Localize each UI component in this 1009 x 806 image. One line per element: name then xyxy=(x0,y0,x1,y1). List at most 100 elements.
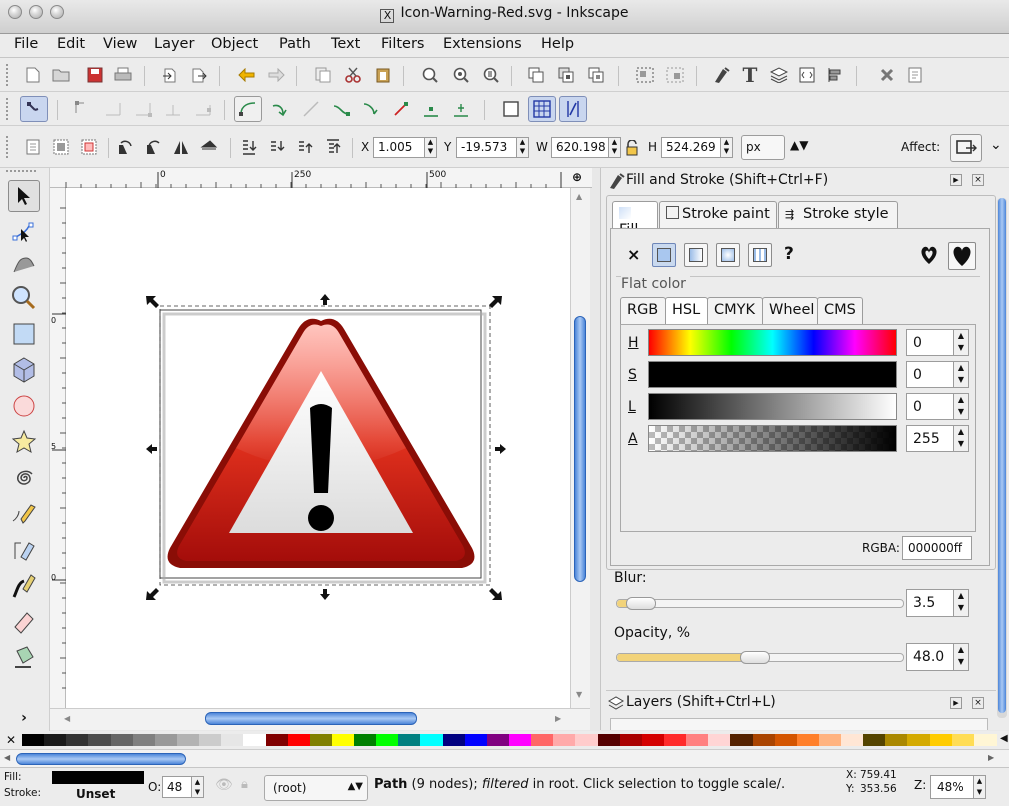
snap-toggle-icon[interactable] xyxy=(20,96,48,122)
layers-iconify-icon[interactable]: ▶ xyxy=(950,697,962,709)
preferences-icon[interactable] xyxy=(878,66,896,84)
flat-color-button[interactable] xyxy=(652,243,676,267)
new-icon[interactable] xyxy=(24,66,42,84)
palette-swatch[interactable] xyxy=(287,734,311,746)
warning-triangle-icon[interactable] xyxy=(167,318,475,568)
fill-rule-evenodd-icon[interactable] xyxy=(919,244,939,266)
palette-swatch[interactable] xyxy=(575,734,599,746)
paint-unset-button[interactable]: ? xyxy=(784,244,794,264)
ungroup-icon[interactable] xyxy=(666,66,684,84)
x-input[interactable]: 1.005 ▲ ▼ xyxy=(373,137,437,158)
palette-swatch[interactable] xyxy=(907,734,931,746)
palette-swatch[interactable] xyxy=(730,734,754,746)
pattern-button[interactable] xyxy=(748,243,772,267)
tab-stroke-style[interactable]: ⇶ Stroke style xyxy=(778,201,898,229)
l-input[interactable]: 0 ▲ ▼ xyxy=(906,393,969,420)
scroll-down-icon[interactable]: ▼ xyxy=(576,690,582,699)
a-input[interactable]: 255 ▲ ▼ xyxy=(906,425,969,452)
toolbox-grip[interactable] xyxy=(6,170,36,174)
affect-stroke-width-icon[interactable] xyxy=(950,134,982,162)
palette-swatch[interactable] xyxy=(243,734,267,746)
h-slider[interactable] xyxy=(648,329,897,356)
dock-scroll-thumb[interactable] xyxy=(998,198,1006,713)
palette-swatch[interactable] xyxy=(686,734,710,746)
palette-swatch[interactable] xyxy=(420,734,444,746)
raise-to-top-icon[interactable] xyxy=(324,138,342,156)
save-icon[interactable] xyxy=(86,66,104,84)
document-properties-icon[interactable] xyxy=(906,66,924,84)
a-spin-arrows[interactable]: ▲ ▼ xyxy=(953,426,968,451)
palette-swatch[interactable] xyxy=(464,734,488,746)
opacity-slider-thumb[interactable] xyxy=(739,651,770,664)
paint-bucket-tool-icon[interactable] xyxy=(8,642,40,674)
palette-swatch[interactable] xyxy=(774,734,798,746)
select-all-icon[interactable] xyxy=(24,138,42,156)
toolbar-grip[interactable] xyxy=(6,64,10,86)
paste-icon[interactable] xyxy=(374,66,392,84)
palette-swatch[interactable] xyxy=(176,734,200,746)
zoom-selection-icon[interactable] xyxy=(421,66,439,84)
toolbar-grip[interactable] xyxy=(6,136,10,158)
snap-bbox-icon[interactable] xyxy=(74,100,92,118)
snap-page-icon[interactable] xyxy=(452,100,470,118)
palette-swatch[interactable] xyxy=(619,734,643,746)
palette-swatch[interactable] xyxy=(110,734,134,746)
snap-nodes-icon[interactable] xyxy=(194,100,212,118)
snap-guide-icon[interactable] xyxy=(528,96,556,122)
palette-swatch[interactable] xyxy=(309,734,333,746)
palette-swatch[interactable] xyxy=(154,734,178,746)
drawing-canvas[interactable] xyxy=(66,188,570,708)
palette-scroll-thumb[interactable] xyxy=(16,753,186,765)
rotate-ccw-icon[interactable] xyxy=(116,138,134,156)
align-icon[interactable] xyxy=(826,66,844,84)
cut-icon[interactable] xyxy=(344,66,362,84)
palette-swatch[interactable] xyxy=(863,734,887,746)
tweak-tool-icon[interactable] xyxy=(8,248,40,280)
selector-tool-icon[interactable] xyxy=(8,180,40,212)
menu-help[interactable]: Help xyxy=(541,36,574,52)
opacity-spin-arrows[interactable]: ▲ ▼ xyxy=(953,644,968,670)
tab-wheel[interactable]: Wheel xyxy=(762,297,818,325)
undo-icon[interactable] xyxy=(238,66,256,84)
unit-select[interactable]: px xyxy=(741,135,785,160)
redo-icon[interactable] xyxy=(267,66,285,84)
palette-swatch[interactable] xyxy=(66,734,90,746)
xml-editor-icon[interactable] xyxy=(798,66,816,84)
fill-indicator[interactable] xyxy=(52,771,144,784)
h-spin-arrows[interactable]: ▲ ▼ xyxy=(720,138,732,157)
palette-scroll-left-icon[interactable]: ◀ xyxy=(4,753,10,762)
w-spin-arrows[interactable]: ▲ ▼ xyxy=(608,138,620,157)
paint-none-button[interactable]: × xyxy=(627,245,640,264)
snap-smooth-icon[interactable] xyxy=(332,100,350,118)
menu-filters[interactable]: Filters xyxy=(381,36,424,52)
snap-grid-icon[interactable] xyxy=(502,100,520,118)
l-slider[interactable] xyxy=(648,393,897,420)
blur-slider[interactable] xyxy=(616,597,904,610)
flip-vertical-icon[interactable] xyxy=(200,138,218,156)
layer-select[interactable]: (root) ▲▼ xyxy=(264,775,368,801)
fill-rule-nonzero-icon[interactable] xyxy=(948,242,976,270)
palette-swatch[interactable] xyxy=(88,734,112,746)
palette-swatch[interactable] xyxy=(265,734,289,746)
snap-bbox-midpoint-icon[interactable] xyxy=(164,100,182,118)
fill-stroke-icon[interactable] xyxy=(713,66,731,84)
h-input[interactable]: 524.269 ▲ ▼ xyxy=(661,137,733,158)
menu-path[interactable]: Path xyxy=(279,36,311,52)
scroll-left-icon[interactable]: ◀ xyxy=(64,714,70,723)
l-spin-arrows[interactable]: ▲ ▼ xyxy=(953,394,968,419)
palette-swatch[interactable] xyxy=(509,734,532,746)
tab-cms[interactable]: CMS xyxy=(817,297,863,325)
open-icon[interactable] xyxy=(52,66,70,84)
panel-iconify-icon[interactable]: ▶ xyxy=(950,174,962,186)
snap-cusp-icon[interactable] xyxy=(302,100,320,118)
palette-swatch[interactable] xyxy=(331,734,355,746)
palette-swatch[interactable] xyxy=(221,734,245,746)
calligraphy-tool-icon[interactable] xyxy=(8,570,40,602)
status-opacity-input[interactable]: 48 ▲ ▼ xyxy=(162,776,204,798)
palette-no-paint-icon[interactable]: ✕ xyxy=(6,733,16,747)
rgba-input[interactable]: 000000ff xyxy=(902,536,972,560)
palette-swatch[interactable] xyxy=(796,734,820,746)
palette-swatch[interactable] xyxy=(929,734,953,746)
layers-list[interactable] xyxy=(610,718,988,730)
snap-midpoint-icon[interactable] xyxy=(362,100,380,118)
